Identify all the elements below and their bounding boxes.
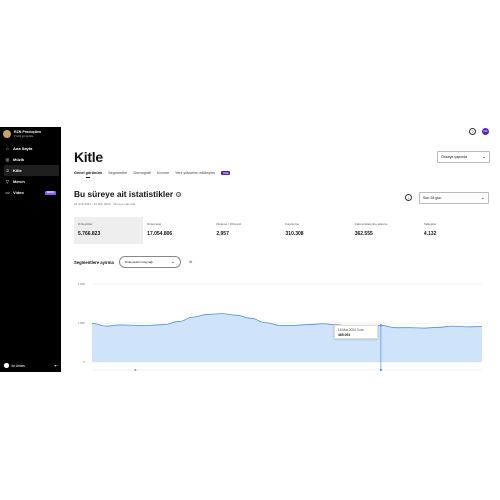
merch-icon: ▽ bbox=[5, 179, 10, 184]
metric-label: Dinlemeler bbox=[147, 222, 162, 226]
for-artists-label: for Artists bbox=[11, 363, 25, 368]
metric-label: Dinleyiciler bbox=[78, 222, 93, 226]
sidebar-item-home[interactable]: ⌂ Ana Sayfa bbox=[4, 143, 59, 154]
metric-value: 5.766.823 bbox=[78, 231, 101, 237]
chart-tooltip: 16 Mar 2024 Cum 465.091 bbox=[334, 325, 378, 339]
tooltip-value: 465.091 bbox=[338, 333, 351, 337]
metric-value: 310.308 bbox=[285, 231, 304, 237]
sidebar-item-music[interactable]: ◎ Müzik bbox=[4, 154, 59, 165]
user-avatar[interactable]: RZ bbox=[482, 128, 489, 135]
sidebar-nav: ⌂ Ana Sayfa ◎ Müzik ☺ Kitle ▽ Merch ▭ Vi… bbox=[4, 143, 59, 198]
listeners-chart[interactable]: 1.000.000 500.000 0 bbox=[78, 278, 490, 374]
artist-profile[interactable]: RZN Produçőes Profili görüntüle bbox=[3, 130, 41, 138]
compare-dropdown[interactable]: Önceye çapında ⌄ bbox=[437, 151, 490, 163]
x-axis-marker[interactable] bbox=[134, 368, 137, 372]
info-icon[interactable]: ? bbox=[176, 191, 182, 197]
tab-location[interactable]: Konum bbox=[157, 171, 169, 175]
video-icon: ▭ bbox=[5, 190, 10, 195]
tab-segments[interactable]: Segmentler bbox=[108, 171, 127, 175]
metric-value: 17.054.806 bbox=[147, 231, 173, 237]
audience-icon: ☺ bbox=[5, 168, 10, 173]
selection-point bbox=[379, 324, 383, 327]
artist-avatar bbox=[3, 130, 11, 138]
sidebar-item-label: Müzik bbox=[13, 157, 25, 162]
metric-streams-per-listener[interactable]: Dinleme / Dinleyici 2,957 bbox=[212, 217, 281, 244]
sidebar-item-label: Kitle bbox=[13, 168, 22, 173]
section-title-text: Bu süreye ait istatistikler bbox=[74, 189, 174, 199]
sidebar-item-label: Merch bbox=[13, 179, 25, 184]
date-range: 24 Şub 2024 - 22 Mar 2024 · Önceye çapın… bbox=[74, 202, 136, 206]
metrics-row: Dinleyiciler 5.766.823 Dinlemeler 17.054… bbox=[74, 217, 489, 244]
spotify-logo-icon bbox=[4, 363, 9, 368]
tab-bar: Genel görünüm Segmentler Demografi Konum… bbox=[74, 171, 231, 179]
y-tick-label: 1.000.000 bbox=[78, 282, 85, 286]
chevron-down-icon: ⌄ bbox=[481, 154, 486, 160]
sidebar: RZN Produçőes Profili görüntüle ⌂ Ana Sa… bbox=[0, 127, 61, 372]
period-dropdown[interactable]: Son 28 gün ⌄ bbox=[419, 192, 489, 204]
metric-streams[interactable]: Dinlemeler 17.054.806 bbox=[143, 217, 212, 244]
tab-demographics[interactable]: Demografi bbox=[133, 171, 151, 175]
sidebar-item-label: Video bbox=[13, 190, 24, 195]
segment-dropdown[interactable]: Dinlemelerin kaynağı ⌄ bbox=[119, 256, 181, 268]
sidebar-item-merch[interactable]: ▽ Merch bbox=[4, 176, 59, 187]
view-profile-link[interactable]: Profili görüntüle bbox=[14, 134, 41, 138]
metric-label: Takipçiler bbox=[423, 222, 437, 226]
metric-value: 362.555 bbox=[354, 231, 373, 237]
segment-with-label: ile bbox=[189, 260, 193, 264]
home-icon: ⌂ bbox=[6, 146, 9, 151]
metric-listeners[interactable]: Dinleyiciler 5.766.823 bbox=[74, 217, 144, 244]
chart-area bbox=[92, 313, 482, 362]
sidebar-item-label: Ana Sayfa bbox=[13, 146, 33, 151]
compare-dropdown-label: Önceye çapında bbox=[441, 155, 468, 159]
chevron-down-icon: ⌄ bbox=[480, 195, 485, 201]
help-icon[interactable]: ? bbox=[469, 128, 476, 135]
tab-overview[interactable]: Genel görünüm bbox=[74, 171, 102, 179]
sidebar-item-video[interactable]: ▭ Video BETA bbox=[4, 187, 59, 198]
sidebar-item-audience[interactable]: ☺ Kitle bbox=[4, 165, 59, 176]
new-badge: Yeni bbox=[221, 171, 231, 176]
section-title: Bu süreye ait istatistikler ? bbox=[74, 189, 182, 199]
metric-value: 4.132 bbox=[423, 231, 437, 237]
tooltip-date: 16 Mar 2024 Cum bbox=[338, 328, 364, 332]
metric-value: 2,957 bbox=[216, 231, 229, 237]
segment-label: Segmentlere ayırma bbox=[74, 260, 114, 265]
music-icon: ◎ bbox=[5, 157, 10, 162]
period-dropdown-label: Son 28 gün bbox=[423, 196, 442, 200]
metric-playlist-adds[interactable]: Çalma listelerine ekleme 362.555 bbox=[351, 217, 420, 244]
metric-saves[interactable]: Kaydetme 310.308 bbox=[282, 217, 351, 244]
chart-y-axis: 1.000.000 500.000 0 bbox=[78, 282, 85, 364]
download-icon[interactable]: ↓ bbox=[405, 194, 412, 201]
y-tick-label: 0 bbox=[83, 360, 85, 364]
sidebar-footer: for Artists ⇤ bbox=[4, 363, 58, 368]
segment-dropdown-label: Dinlemelerin kaynağı bbox=[125, 260, 154, 264]
chevron-down-icon: ⌄ bbox=[170, 259, 175, 265]
metric-label: Çalma listelerine ekleme bbox=[354, 222, 388, 226]
metric-label: Dinleme / Dinleyici bbox=[216, 222, 242, 226]
beta-badge: BETA bbox=[45, 190, 56, 195]
metric-label: Kaydetme bbox=[285, 222, 300, 226]
page-title: Kitle bbox=[74, 149, 103, 165]
metric-followers[interactable]: Takipçiler 4.132 bbox=[420, 217, 489, 244]
y-tick-label: 500.000 bbox=[78, 321, 85, 325]
collapse-sidebar-icon[interactable]: ⇤ bbox=[55, 363, 58, 368]
tab-new-rising[interactable]: Yeni yükselen etkileşimi bbox=[175, 171, 215, 175]
